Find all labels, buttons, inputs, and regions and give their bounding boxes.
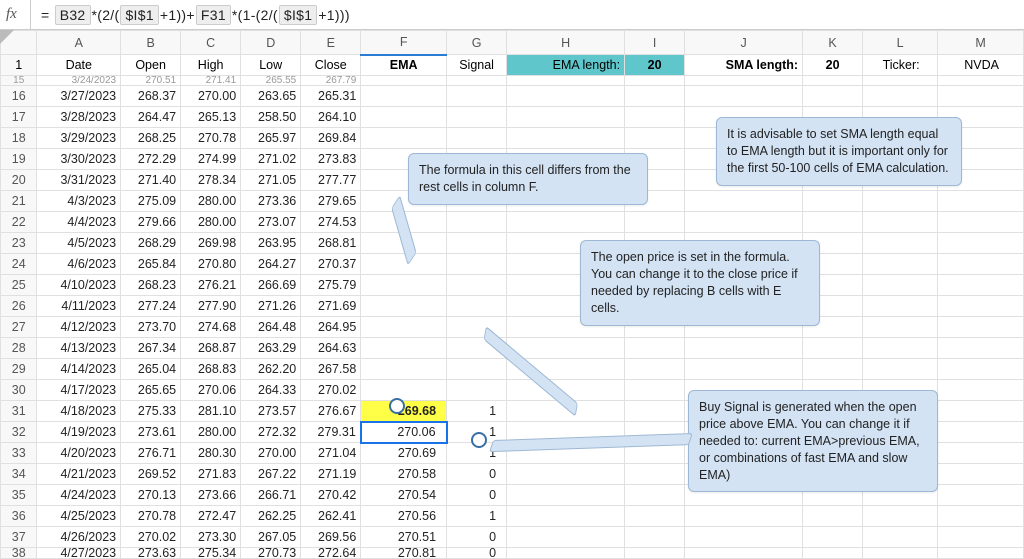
hdr-ticker-val[interactable]: NVDA [938, 55, 1024, 76]
callout-sma-advice: It is advisable to set SMA length equal … [716, 117, 962, 186]
hdr-ema[interactable]: EMA [361, 55, 447, 76]
hdr-high[interactable]: High [181, 55, 241, 76]
col-hdr-B[interactable]: B [121, 31, 181, 55]
callout-open-price: The open price is set in the formula. Yo… [580, 240, 820, 326]
formula-ref-i1a: $I$1 [120, 5, 158, 25]
table-row[interactable]: 364/25/2023270.78272.47262.25262.41270.5… [1, 506, 1024, 527]
col-hdr-J[interactable]: J [685, 31, 803, 55]
formula-ref-i1b: $I$1 [279, 5, 317, 25]
header-row-1: 1 Date Open High Low Close EMA Signal EM… [1, 55, 1024, 76]
col-hdr-A[interactable]: A [37, 31, 121, 55]
row-38-partial[interactable]: 38 4/27/2023 273.63275.34 270.73272.64 2… [1, 548, 1024, 559]
table-row[interactable]: 254/10/2023268.23276.21266.69275.79 [1, 275, 1024, 296]
table-row[interactable]: 274/12/2023273.70274.68264.48264.95 [1, 317, 1024, 338]
table-row[interactable]: 374/26/2023270.02273.30267.05269.56270.5… [1, 527, 1024, 548]
callout-formula-diff: The formula in this cell differs from th… [408, 153, 648, 205]
col-hdr-C[interactable]: C [181, 31, 241, 55]
anchor-circle-bot [471, 432, 487, 448]
formula-input[interactable]: = B32 *(2/( $I$1 +1))+ F31 *(1-(2/( $I$1… [30, 0, 350, 29]
hdr-low[interactable]: Low [241, 55, 301, 76]
hdr-sma-length-val[interactable]: 20 [803, 55, 863, 76]
col-hdr-F[interactable]: F [361, 31, 447, 55]
hdr-ema-length-val[interactable]: 20 [625, 55, 685, 76]
column-header-row[interactable]: A B C D E F G H I J K L M [1, 31, 1024, 55]
fx-icon: fx [6, 6, 30, 23]
callout-buy-signal: Buy Signal is generated when the open pr… [688, 390, 938, 492]
col-hdr-M[interactable]: M [938, 31, 1024, 55]
anchor-circle-top [389, 398, 405, 414]
table-row[interactable]: 264/11/2023277.24277.90271.26271.69 [1, 296, 1024, 317]
hdr-open[interactable]: Open [121, 55, 181, 76]
hdr-ema-length-label[interactable]: EMA length: [507, 55, 625, 76]
hdr-date[interactable]: Date [37, 55, 121, 76]
row-hdr-1[interactable]: 1 [1, 55, 37, 76]
hdr-ticker-label[interactable]: Ticker: [863, 55, 938, 76]
formula-seg: +1))) [318, 7, 349, 23]
formula-seg: *(1-(2/( [232, 7, 278, 23]
hdr-close[interactable]: Close [301, 55, 361, 76]
table-row[interactable]: 234/5/2023268.29269.98263.95268.81 [1, 233, 1024, 254]
col-hdr-I[interactable]: I [625, 31, 685, 55]
table-row[interactable]: 224/4/2023279.66280.00273.07274.53 [1, 212, 1024, 233]
select-all-triangle[interactable] [0, 30, 14, 44]
col-hdr-L[interactable]: L [863, 31, 938, 55]
col-hdr-D[interactable]: D [241, 31, 301, 55]
col-hdr-E[interactable]: E [301, 31, 361, 55]
formula-seg: *(2/( [92, 7, 120, 23]
formula-ref-b32: B32 [55, 5, 91, 25]
row-15-partial[interactable]: 15 3/24/2023 270.51271.41 265.55267.79 [1, 76, 1024, 86]
formula-eq: = [41, 7, 49, 23]
col-hdr-K[interactable]: K [803, 31, 863, 55]
formula-ref-f31: F31 [196, 5, 231, 25]
table-row[interactable]: 244/6/2023265.84270.80264.27270.37 [1, 254, 1024, 275]
formula-seg: +1))+ [160, 7, 195, 23]
hdr-signal[interactable]: Signal [447, 55, 507, 76]
col-hdr-G[interactable]: G [447, 31, 507, 55]
table-row[interactable]: 163/27/2023268.37270.00263.65265.31 [1, 86, 1024, 107]
formula-bar: fx = B32 *(2/( $I$1 +1))+ F31 *(1-(2/( $… [0, 0, 1024, 30]
col-hdr-H[interactable]: H [507, 31, 625, 55]
hdr-sma-length-label[interactable]: SMA length: [685, 55, 803, 76]
